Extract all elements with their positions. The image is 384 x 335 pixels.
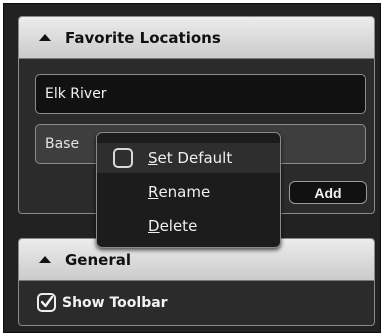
show-toolbar-option[interactable]: Show Toolbar: [37, 293, 168, 312]
menu-item-delete[interactable]: Delete: [97, 211, 280, 241]
menu-item-mnemonic: S: [148, 149, 158, 167]
menu-item-set-default[interactable]: Set Default: [97, 143, 280, 173]
menu-item-rename[interactable]: Rename: [97, 177, 280, 207]
favorite-locations-header[interactable]: Favorite Locations: [19, 17, 374, 59]
favorite-locations-title: Favorite Locations: [65, 28, 221, 47]
menu-item-label: elete: [159, 217, 198, 235]
add-button[interactable]: Add: [289, 181, 367, 204]
general-title: General: [65, 250, 131, 269]
collapse-triangle-icon[interactable]: [39, 34, 51, 41]
show-toolbar-checkbox[interactable]: [37, 293, 56, 312]
location-item[interactable]: Elk River: [35, 74, 366, 114]
show-toolbar-label: Show Toolbar: [62, 294, 168, 311]
checkmark-icon: [40, 295, 54, 308]
context-menu: Set Default Rename Delete: [96, 132, 281, 248]
menu-item-label: et Default: [157, 149, 233, 167]
collapse-triangle-icon[interactable]: [39, 256, 51, 263]
set-default-checkbox[interactable]: [113, 148, 133, 168]
menu-item-mnemonic: D: [148, 217, 160, 235]
general-section: General Show Toolbar: [18, 238, 375, 326]
menu-item-mnemonic: R: [148, 183, 159, 201]
location-label: Elk River: [45, 86, 107, 102]
location-label: Base: [45, 136, 80, 152]
menu-item-label: ename: [158, 183, 211, 201]
